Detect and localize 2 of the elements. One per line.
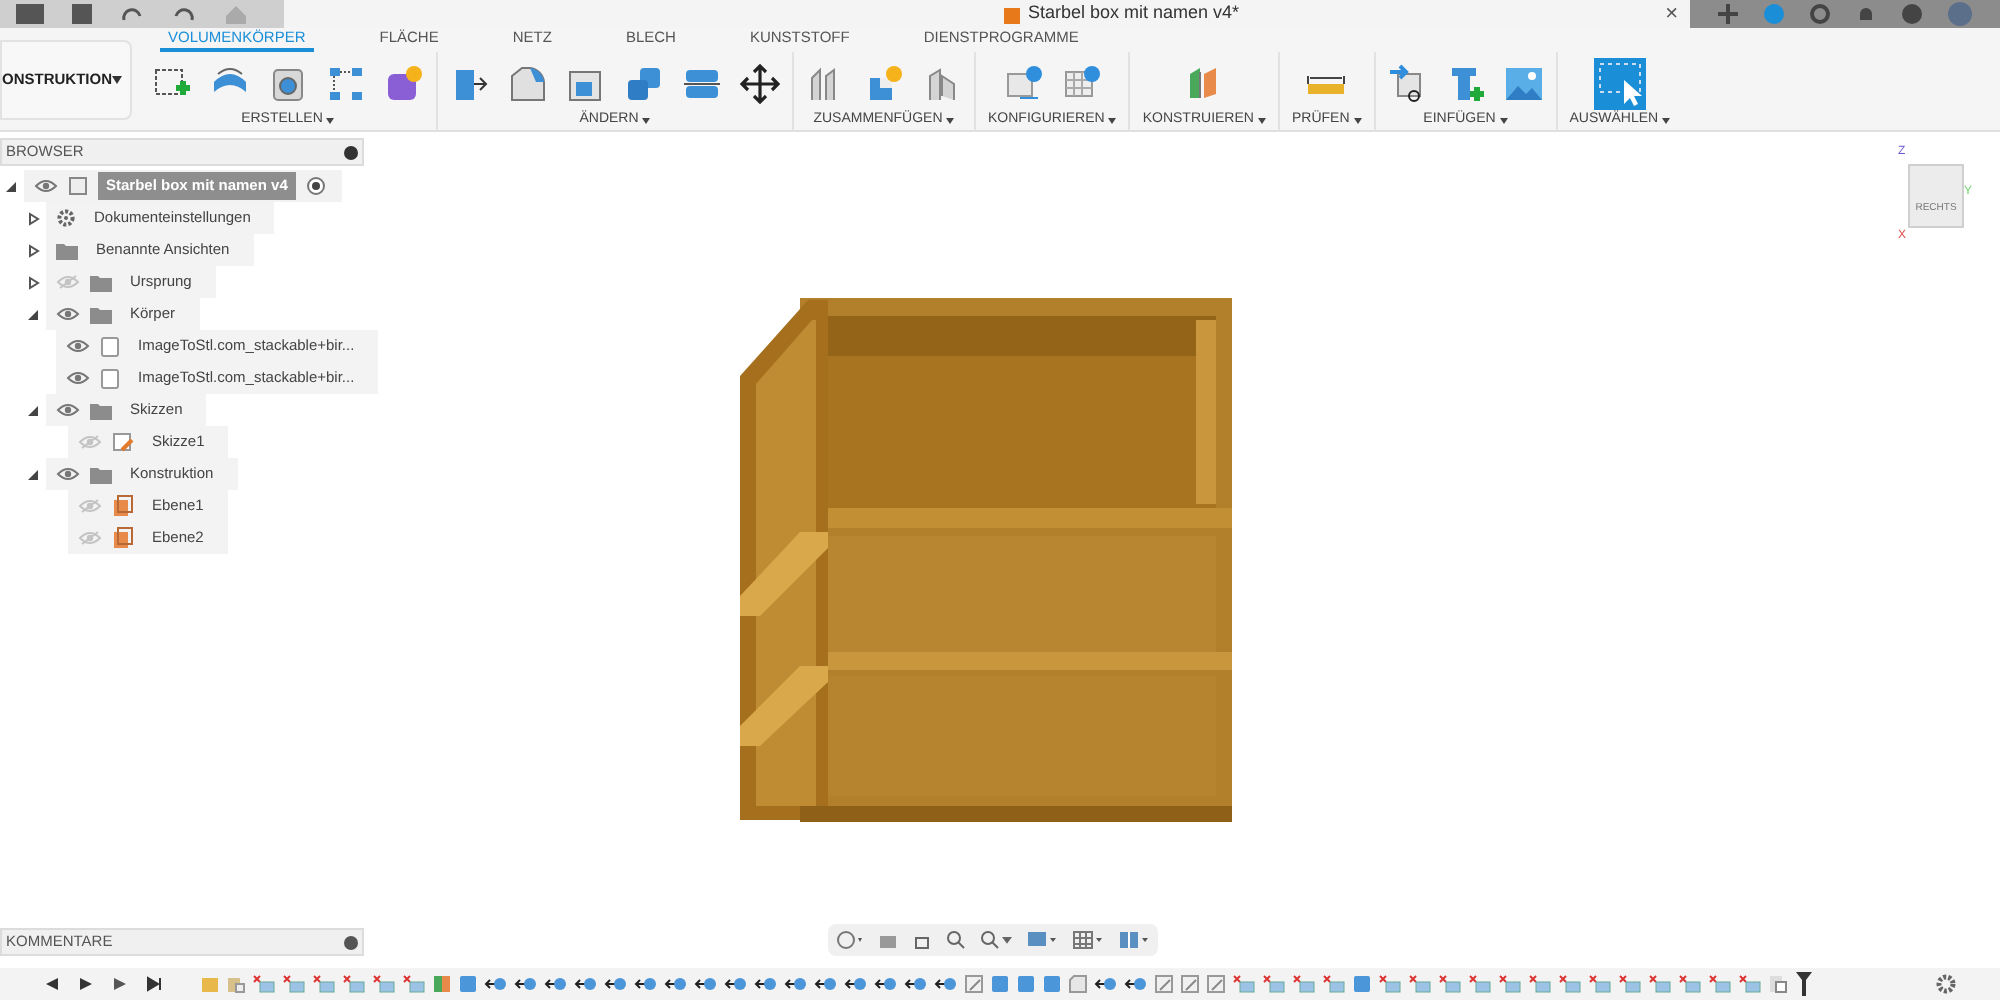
close-button[interactable]: × (1659, 0, 1684, 28)
document-title: Starbel box mit namen v4* (1028, 0, 1240, 27)
